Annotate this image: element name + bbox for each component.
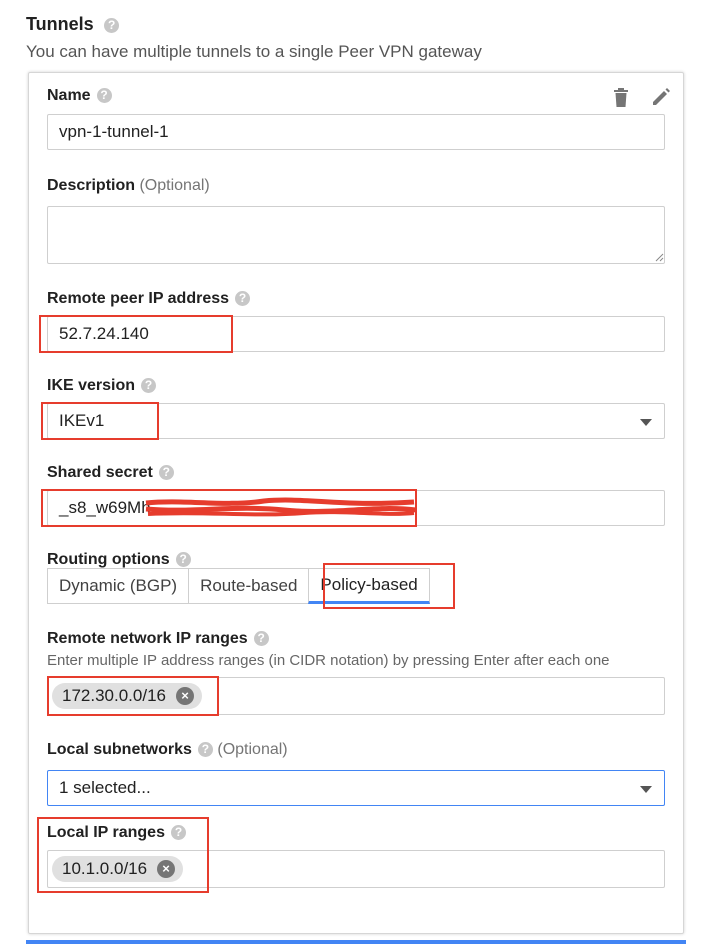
- secret-label: Shared secret: [47, 464, 153, 481]
- remote-ranges-label-row: Remote network IP ranges?: [47, 630, 269, 648]
- routing-label: Routing options: [47, 551, 170, 568]
- help-icon[interactable]: ?: [235, 291, 251, 307]
- local-subnetworks-select[interactable]: 1 selected...: [47, 770, 665, 806]
- edit-icon[interactable]: [651, 87, 671, 107]
- secret-label-row: Shared secret?: [47, 464, 174, 482]
- description-textarea[interactable]: [47, 206, 665, 264]
- help-icon[interactable]: ?: [158, 465, 174, 481]
- delete-icon[interactable]: [613, 87, 629, 107]
- annotation-box: [47, 676, 219, 716]
- ike-label-row: IKE version?: [47, 377, 157, 395]
- help-icon[interactable]: ?: [253, 631, 269, 647]
- focus-underline: [26, 940, 686, 944]
- routing-option-dynamic-bgp[interactable]: Dynamic (BGP): [47, 568, 190, 604]
- description-label-row: Description (Optional): [47, 177, 210, 195]
- local-subnets-label: Local subnetworks: [47, 741, 192, 758]
- local-subnets-selected: 1 selected...: [59, 778, 151, 797]
- remote-ranges-hint: Enter multiple IP address ranges (in CID…: [47, 652, 610, 669]
- name-input[interactable]: vpn-1-tunnel-1: [47, 114, 665, 150]
- help-icon[interactable]: ?: [96, 88, 112, 104]
- remote-peer-label-row: Remote peer IP address?: [47, 290, 251, 308]
- section-title-row: Tunnels ?: [26, 14, 482, 35]
- tunnel-panel: Name? vpn-1-tunnel-1 Description (Option…: [28, 72, 684, 934]
- annotation-box: [323, 563, 455, 609]
- description-optional: (Optional): [139, 177, 210, 194]
- section-title: Tunnels: [26, 14, 94, 34]
- local-subnets-label-row: Local subnetworks? (Optional): [47, 741, 288, 759]
- chevron-down-icon: [640, 786, 652, 793]
- annotation-box: [41, 402, 159, 440]
- remote-ranges-label: Remote network IP ranges: [47, 630, 248, 647]
- help-icon[interactable]: ?: [141, 378, 157, 394]
- chevron-down-icon: [640, 419, 652, 426]
- ike-label: IKE version: [47, 377, 136, 394]
- help-icon[interactable]: ?: [197, 742, 213, 758]
- help-icon[interactable]: ?: [175, 552, 191, 568]
- routing-label-row: Routing options?: [47, 551, 191, 569]
- description-label: Description: [47, 177, 136, 194]
- name-label-row: Name?: [47, 87, 112, 105]
- annotation-box: [39, 315, 233, 353]
- panel-actions: [613, 87, 671, 107]
- tunnels-header: Tunnels ? You can have multiple tunnels …: [26, 14, 482, 62]
- name-label: Name: [47, 87, 91, 104]
- remote-peer-label: Remote peer IP address: [47, 290, 230, 307]
- help-icon[interactable]: ?: [104, 18, 120, 34]
- section-description: You can have multiple tunnels to a singl…: [26, 42, 482, 61]
- annotation-box: [37, 817, 209, 893]
- local-subnets-optional: (Optional): [217, 741, 288, 758]
- routing-option-route-based[interactable]: Route-based: [188, 568, 310, 604]
- resize-handle-icon[interactable]: [655, 253, 664, 262]
- annotation-box: [41, 489, 417, 527]
